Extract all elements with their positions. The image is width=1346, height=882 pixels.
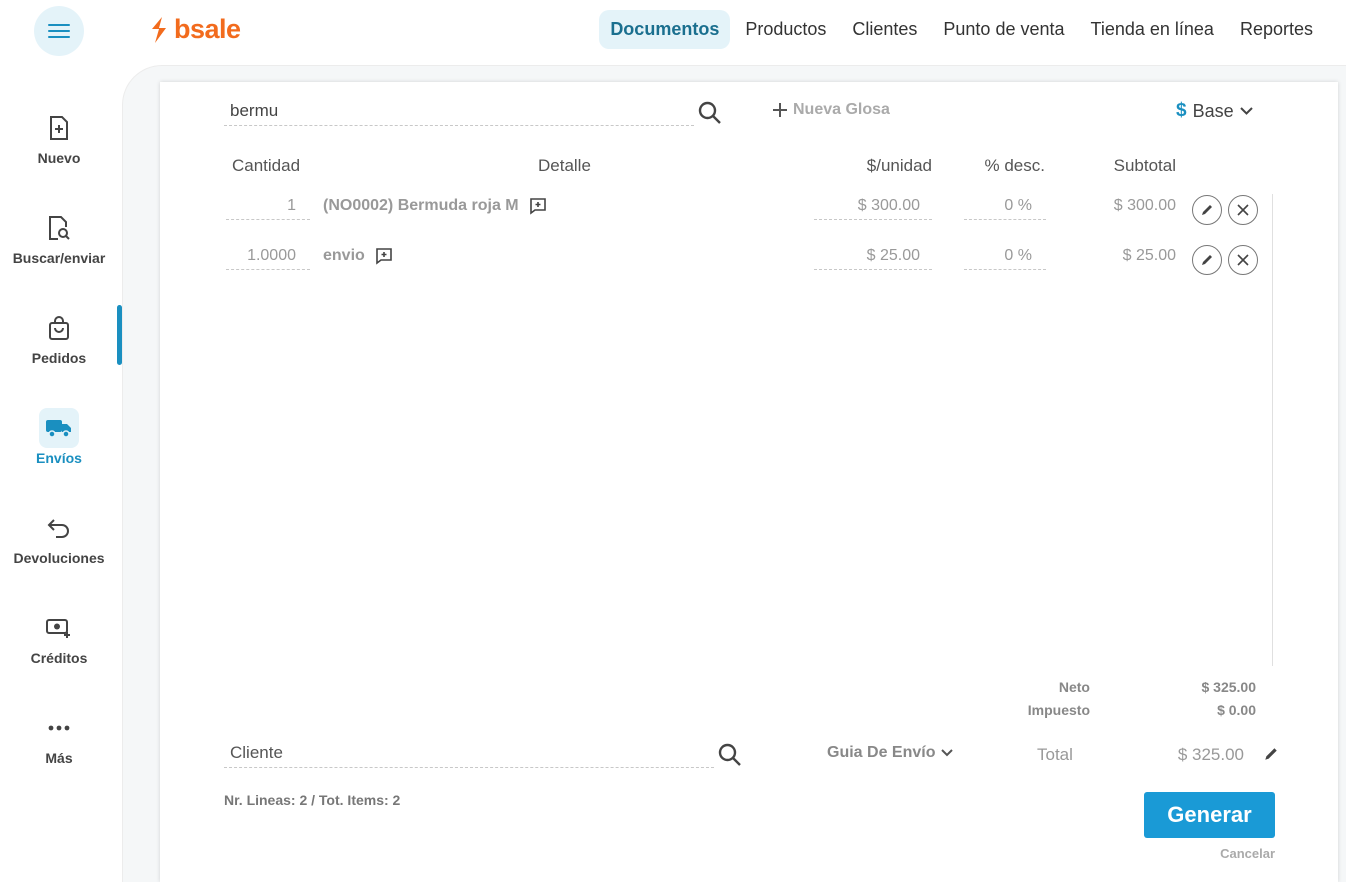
add-comment-icon[interactable] bbox=[529, 197, 547, 215]
sidebar-item-pedidos[interactable]: Pedidos bbox=[0, 300, 118, 400]
cancelar-link[interactable]: Cancelar bbox=[1144, 846, 1275, 861]
nav-productos[interactable]: Productos bbox=[734, 10, 837, 49]
plus-icon bbox=[773, 103, 787, 117]
lines-summary: Nr. Lineas: 2 / Tot. Items: 2 bbox=[224, 792, 401, 808]
menu-button[interactable] bbox=[34, 6, 84, 56]
sidebar-label: Buscar/enviar bbox=[12, 250, 106, 266]
delete-line-button[interactable] bbox=[1228, 195, 1258, 225]
sidebar: Nuevo Buscar/enviar Pedidos Envíos Devol… bbox=[0, 100, 118, 800]
sidebar-item-devoluciones[interactable]: Devoluciones bbox=[0, 500, 118, 600]
sidebar-label: Más bbox=[45, 750, 73, 766]
line-detalle: (NO0002) Bermuda roja M bbox=[323, 197, 547, 215]
line-desc-input[interactable]: 0 % bbox=[964, 244, 1046, 270]
sidebar-label: Pedidos bbox=[31, 350, 87, 366]
edit-line-button[interactable] bbox=[1192, 245, 1222, 275]
truck-icon bbox=[39, 408, 79, 448]
chevron-down-icon bbox=[1239, 106, 1253, 115]
brand-name: bsale bbox=[174, 14, 241, 44]
sidebar-item-nuevo[interactable]: Nuevo bbox=[0, 100, 118, 200]
pencil-icon bbox=[1202, 205, 1212, 215]
product-search-icon[interactable] bbox=[697, 100, 723, 131]
col-detalle: Detalle bbox=[538, 156, 591, 175]
close-icon bbox=[1237, 204, 1249, 216]
sidebar-item-envios[interactable]: Envíos bbox=[0, 400, 118, 500]
line-detalle: envio bbox=[323, 247, 393, 265]
sidebar-item-buscar-enviar[interactable]: Buscar/enviar bbox=[0, 200, 118, 300]
file-plus-icon bbox=[39, 108, 79, 148]
sidebar-label: Créditos bbox=[30, 650, 88, 666]
nueva-glosa-button[interactable]: Nueva Glosa bbox=[771, 101, 890, 119]
impuesto-label: Impuesto bbox=[1027, 702, 1090, 718]
hamburger-icon bbox=[48, 23, 70, 39]
nueva-glosa-label: Nueva Glosa bbox=[793, 101, 890, 118]
price-list-label: Base bbox=[1192, 100, 1234, 121]
line-detalle-text: (NO0002) Bermuda roja M bbox=[323, 197, 519, 214]
neto-label: Neto bbox=[1058, 679, 1090, 695]
edit-total-icon[interactable] bbox=[1263, 746, 1279, 767]
delete-line-button[interactable] bbox=[1228, 245, 1258, 275]
line-subtotal: $ 300.00 bbox=[1113, 197, 1176, 214]
product-search-input[interactable]: bermu bbox=[224, 98, 694, 126]
bsale-logo-icon bbox=[152, 16, 166, 43]
file-search-icon bbox=[39, 208, 79, 248]
col-cantidad: Cantidad bbox=[232, 156, 301, 175]
nav-tienda-en-linea[interactable]: Tienda en línea bbox=[1080, 10, 1225, 49]
cliente-search-input[interactable]: Cliente bbox=[224, 740, 714, 768]
sidebar-label: Envíos bbox=[36, 450, 82, 466]
close-icon bbox=[1237, 254, 1249, 266]
add-comment-icon[interactable] bbox=[375, 247, 393, 265]
col-unidad: $/unidad bbox=[866, 156, 932, 175]
line-subtotal: $ 25.00 bbox=[1122, 247, 1176, 264]
line-desc-input[interactable]: 0 % bbox=[964, 194, 1046, 220]
money-plus-icon bbox=[39, 608, 79, 648]
neto-value: $ 325.00 bbox=[1201, 679, 1257, 695]
edit-line-button[interactable] bbox=[1192, 195, 1222, 225]
nav-reportes[interactable]: Reportes bbox=[1229, 10, 1324, 49]
line-cantidad-input[interactable]: 1.0000 bbox=[226, 244, 310, 270]
sidebar-item-creditos[interactable]: Créditos bbox=[0, 600, 118, 700]
nav-clientes[interactable]: Clientes bbox=[841, 10, 928, 49]
return-arrow-icon bbox=[39, 508, 79, 548]
document-type-label: Guia De Envío bbox=[827, 744, 936, 761]
cliente-placeholder: Cliente bbox=[230, 743, 283, 762]
product-search-value: bermu bbox=[230, 101, 279, 120]
total-value: $ 325.00 bbox=[1177, 745, 1244, 764]
sidebar-label: Devoluciones bbox=[13, 550, 105, 566]
line-unidad-input[interactable]: $ 25.00 bbox=[814, 244, 932, 270]
pencil-icon bbox=[1202, 255, 1212, 265]
generar-button[interactable]: Generar bbox=[1144, 792, 1275, 838]
total-label: Total bbox=[1037, 745, 1073, 764]
document-type-select[interactable]: Guia De Envío bbox=[827, 744, 954, 762]
sidebar-label: Nuevo bbox=[37, 150, 81, 166]
top-navigation: Documentos Productos Clientes Punto de v… bbox=[595, 10, 1324, 49]
line-cantidad-input[interactable]: 1 bbox=[226, 194, 310, 220]
dollar-icon: $ bbox=[1176, 100, 1187, 121]
line-unidad-input[interactable]: $ 300.00 bbox=[814, 194, 932, 220]
cliente-search-icon[interactable] bbox=[717, 742, 743, 773]
more-dots-icon bbox=[39, 708, 79, 748]
shopping-bag-icon bbox=[39, 308, 79, 348]
chevron-down-icon bbox=[941, 749, 954, 757]
impuesto-value: $ 0.00 bbox=[1217, 702, 1256, 718]
nav-documentos[interactable]: Documentos bbox=[599, 10, 731, 49]
col-subtotal: Subtotal bbox=[1113, 156, 1176, 175]
col-desc: % desc. bbox=[984, 156, 1045, 175]
nav-punto-de-venta[interactable]: Punto de venta bbox=[932, 10, 1075, 49]
brand-logo[interactable]: bsale bbox=[148, 14, 241, 45]
line-detalle-text: envio bbox=[323, 247, 365, 264]
price-list-select[interactable]: $ Base bbox=[1176, 100, 1253, 122]
sidebar-item-mas[interactable]: Más bbox=[0, 700, 118, 800]
divider bbox=[1272, 194, 1273, 666]
